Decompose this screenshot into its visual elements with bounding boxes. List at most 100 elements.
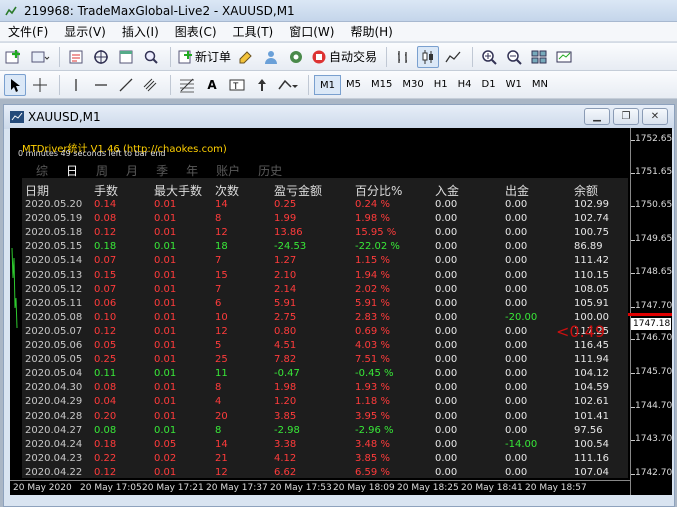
arrows-icon[interactable]	[251, 74, 273, 96]
cursor-icon[interactable]	[4, 73, 26, 96]
table-cell: 0.00	[435, 438, 458, 450]
standard-toolbar: 新订单 自动交易	[0, 43, 677, 71]
crosshair-icon[interactable]	[29, 74, 51, 96]
table-cell: 0.01	[154, 283, 177, 295]
table-cell: 0.12	[94, 325, 117, 337]
chart-window-titlebar[interactable]: XAUUSD,M1 ▁ ❐ ✕	[4, 105, 674, 129]
toolbar-separator	[170, 74, 171, 95]
table-cell: 111.94	[574, 354, 609, 366]
table-cell: 0.01	[154, 297, 177, 309]
chart-shift-icon[interactable]	[553, 46, 575, 68]
metaeditor-icon[interactable]	[235, 46, 257, 68]
menu-window[interactable]: 窗口(W)	[281, 22, 342, 42]
close-button[interactable]: ✕	[642, 108, 668, 125]
table-cell: 0.00	[435, 382, 458, 394]
column-header: 最大手数	[154, 184, 203, 198]
stats-tab[interactable]: 日	[66, 162, 78, 179]
stats-tab[interactable]: 季	[156, 162, 168, 179]
time-axis: 20 May 2020 20 May 17:05 20 May 17:21 20 Ma…	[10, 480, 630, 495]
channel-icon[interactable]	[140, 74, 162, 96]
horizontal-line-icon[interactable]	[90, 74, 112, 96]
table-cell: 0.06	[94, 297, 117, 309]
trendline-icon[interactable]	[115, 74, 137, 96]
column-header: 日期	[25, 184, 50, 198]
timeframe-m1[interactable]: M1	[314, 74, 341, 95]
table-cell: -2.96 %	[355, 424, 394, 436]
new-order-button[interactable]: 新订单	[176, 46, 232, 68]
window-title: 219968: TradeMaxGlobal-Live2 - XAUUSD,M1	[24, 3, 295, 18]
zoom-in-icon[interactable]	[478, 46, 500, 68]
fibonacci-icon[interactable]	[176, 74, 198, 96]
stats-tabs: 综 日 周 月 季 年 账户 历史	[36, 162, 300, 179]
price-axis-tick	[631, 440, 635, 441]
vertical-line-icon[interactable]	[65, 74, 87, 96]
menu-help[interactable]: 帮助(H)	[342, 22, 400, 42]
table-cell: 0.01	[154, 396, 177, 408]
signals-icon[interactable]	[285, 46, 307, 68]
text-label-icon[interactable]: T	[226, 74, 248, 96]
menu-view[interactable]: 显示(V)	[56, 22, 114, 42]
new-chart-button[interactable]	[4, 46, 26, 68]
table-cell: 105.91	[574, 297, 609, 309]
strategy-tester-icon[interactable]	[140, 46, 162, 68]
stats-tab[interactable]: 综	[36, 162, 48, 179]
timeframe-m5[interactable]: M5	[341, 75, 366, 95]
table-cell: 0.07	[94, 255, 117, 267]
stats-tab[interactable]: 周	[96, 162, 108, 179]
stats-tab[interactable]: 年	[186, 162, 198, 179]
price-axis-tick	[631, 173, 635, 174]
zoom-out-icon[interactable]	[503, 46, 525, 68]
time-axis-label: 20 May 2020	[13, 483, 72, 493]
table-cell: 2020.04.23	[25, 452, 83, 464]
table-cell: 0.01	[154, 354, 177, 366]
table-cell: 0.80	[274, 325, 297, 337]
timeframe-w1[interactable]: W1	[501, 75, 527, 95]
profiles-button[interactable]	[29, 46, 51, 68]
people-icon[interactable]	[260, 46, 282, 68]
line-chart-icon[interactable]	[442, 46, 464, 68]
terminal-icon[interactable]	[115, 46, 137, 68]
stats-tab[interactable]: 月	[126, 162, 138, 179]
table-cell: 0.01	[154, 269, 177, 281]
price-axis: 1752.65 1751.65 1750.65 1749.65 1748.65 1747.…	[630, 128, 672, 495]
table-cell: 0.00	[435, 410, 458, 422]
table-cell: 0.08	[94, 382, 117, 394]
menu-insert[interactable]: 插入(I)	[114, 22, 167, 42]
menu-file[interactable]: 文件(F)	[0, 22, 56, 42]
table-cell: 10	[215, 311, 228, 323]
tile-windows-icon[interactable]	[528, 46, 550, 68]
table-cell: 2.14	[274, 283, 297, 295]
navigator-icon[interactable]	[90, 46, 112, 68]
table-cell: 7.82	[274, 354, 297, 366]
timeframe-m30[interactable]: M30	[397, 75, 428, 95]
table-cell: 0.01	[154, 227, 177, 239]
menu-charts[interactable]: 图表(C)	[167, 22, 225, 42]
current-price-label: 1747.18	[631, 318, 671, 330]
minimize-button[interactable]: ▁	[584, 108, 610, 125]
table-cell: 12	[215, 325, 228, 337]
objects-dropdown-icon[interactable]	[276, 74, 300, 96]
table-cell: 0.20	[94, 410, 117, 422]
timeframe-m15[interactable]: M15	[366, 75, 397, 95]
bar-chart-icon[interactable]	[392, 46, 414, 68]
table-cell: 0.00	[435, 424, 458, 436]
timeframe-mn[interactable]: MN	[527, 75, 553, 95]
price-axis-label: 1745.70	[635, 367, 673, 377]
table-cell: 0.00	[435, 227, 458, 239]
stats-tab[interactable]: 历史	[258, 162, 282, 179]
candlestick-icon[interactable]	[417, 45, 440, 68]
table-cell: -24.53	[274, 241, 307, 253]
market-watch-icon[interactable]	[65, 46, 87, 68]
table-cell: 12	[215, 227, 228, 239]
restore-button[interactable]: ❐	[613, 108, 639, 125]
timeframe-h4[interactable]: H4	[453, 75, 477, 95]
text-icon[interactable]: A	[201, 74, 223, 96]
timeframe-h1[interactable]: H1	[429, 75, 453, 95]
table-cell: 97.56	[574, 424, 603, 436]
price-axis-label: 1752.65	[635, 134, 673, 144]
auto-trading-button[interactable]: 自动交易	[310, 46, 378, 68]
stats-tab[interactable]: 账户	[216, 162, 240, 179]
timeframe-d1[interactable]: D1	[477, 75, 501, 95]
table-cell: 102.99	[574, 199, 609, 210]
menu-tools[interactable]: 工具(T)	[225, 22, 282, 42]
